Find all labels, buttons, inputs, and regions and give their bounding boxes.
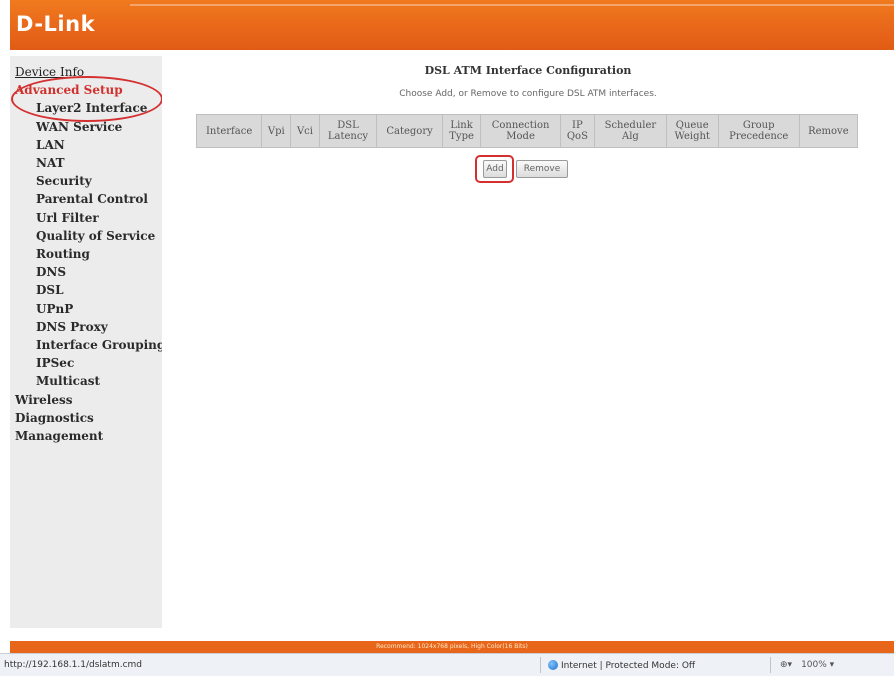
column-header: Vci xyxy=(290,114,320,148)
sidebar-item-upnp[interactable]: UPnP xyxy=(36,302,73,316)
sidebar-nav: Device Info Advanced Setup Layer2 Interfac… xyxy=(10,56,165,628)
sidebar-item-security[interactable]: Security xyxy=(36,174,92,188)
main-content: DSL ATM Interface Configuration Choose A… xyxy=(162,56,894,628)
status-url: http://192.168.1.1/dslatm.cmd xyxy=(4,660,142,670)
add-button[interactable]: Add xyxy=(483,160,507,178)
chevron-down-icon: ▾ xyxy=(826,660,835,670)
security-zone[interactable]: Internet | Protected Mode: Off xyxy=(548,660,695,671)
sidebar-item-lan[interactable]: LAN xyxy=(36,138,65,152)
header-banner: D-Link xyxy=(10,0,894,50)
sidebar-item-url-filter[interactable]: Url Filter xyxy=(36,211,99,225)
footer-bar: Recommend: 1024x768 pixels, High Color(1… xyxy=(10,641,894,653)
column-header-text: Precedence xyxy=(729,131,789,142)
column-header-text: Link xyxy=(450,120,473,131)
column-header: Scheduler Alg xyxy=(594,114,667,148)
status-separator xyxy=(770,657,771,673)
column-header-text: Latency xyxy=(327,131,369,142)
atm-interface-table: Interface Vpi Vci DSL Latency Category Link Typ… xyxy=(195,114,859,148)
sidebar-item-diagnostics[interactable]: Diagnostics xyxy=(15,411,94,425)
column-header-text: Vci xyxy=(296,125,313,137)
column-header-text: Mode xyxy=(506,131,535,142)
sidebar-item-multicast[interactable]: Multicast xyxy=(36,374,100,388)
banner-stripe xyxy=(130,4,894,6)
column-header: Queue Weight xyxy=(665,114,719,148)
sidebar-item-dns[interactable]: DNS xyxy=(36,265,66,279)
column-header-text: Type xyxy=(449,131,474,142)
sidebar-item-routing[interactable]: Routing xyxy=(36,247,90,261)
sidebar-item-parental-control[interactable]: Parental Control xyxy=(36,192,148,206)
zoom-icon: ⊕▾ xyxy=(780,660,802,670)
column-header-text: Weight xyxy=(674,131,710,142)
column-header-text: QoS xyxy=(566,131,588,142)
column-header: Group Precedence xyxy=(717,114,800,148)
status-separator xyxy=(540,657,541,673)
column-header-text: Connection xyxy=(491,120,550,131)
sidebar-item-advanced-setup[interactable]: Advanced Setup xyxy=(15,83,123,97)
column-header: IP QoS xyxy=(559,114,596,148)
column-header-text: Queue xyxy=(675,120,709,131)
column-header-text: Vpi xyxy=(267,125,285,137)
column-header-text: Interface xyxy=(205,125,253,137)
sidebar-item-wireless[interactable]: Wireless xyxy=(15,393,73,407)
footer-spacer xyxy=(10,628,894,641)
column-header: Category xyxy=(376,114,443,148)
column-header: Remove xyxy=(798,114,859,148)
globe-icon xyxy=(548,660,558,670)
browser-statusbar: http://192.168.1.1/dslatm.cmd Internet |… xyxy=(0,653,894,676)
sidebar-item-management[interactable]: Management xyxy=(15,429,103,443)
page-description: Choose Add, or Remove to configure DSL A… xyxy=(399,89,657,99)
column-header-text: Scheduler xyxy=(604,120,657,131)
sidebar-item-device-info[interactable]: Device Info xyxy=(15,65,84,79)
column-header: Connection Mode xyxy=(480,114,561,148)
zoom-control[interactable]: ⊕▾ 100% ▾ xyxy=(780,660,834,670)
column-header-text: Category xyxy=(386,125,433,137)
page-title: DSL ATM Interface Configuration xyxy=(424,64,632,77)
sidebar-item-dns-proxy[interactable]: DNS Proxy xyxy=(36,320,108,334)
column-header-text: DSL xyxy=(337,120,359,131)
column-header-text: Remove xyxy=(808,125,849,137)
sidebar-item-interface-grouping[interactable]: Interface Grouping xyxy=(36,338,165,352)
zoom-level: 100% xyxy=(801,660,827,670)
table-header-row: Interface Vpi Vci DSL Latency Category Link Typ… xyxy=(195,114,859,148)
sidebar-item-nat[interactable]: NAT xyxy=(36,156,65,170)
column-header: Interface xyxy=(195,114,263,148)
remove-button[interactable]: Remove xyxy=(516,160,568,178)
column-header: Link Type xyxy=(441,114,482,148)
column-header-text: IP xyxy=(572,120,583,131)
sidebar-item-quality-of-service[interactable]: Quality of Service xyxy=(36,229,155,243)
column-header-text: Group xyxy=(742,120,775,131)
sidebar-item-ipsec[interactable]: IPSec xyxy=(36,356,74,370)
sidebar-item-dsl[interactable]: DSL xyxy=(36,283,64,297)
column-header: Vpi xyxy=(261,114,292,148)
dlink-logo: D-Link xyxy=(16,12,96,36)
column-header: DSL Latency xyxy=(318,114,378,148)
column-header-text: Alg xyxy=(621,131,639,142)
sidebar-item-wan-service[interactable]: WAN Service xyxy=(36,120,122,134)
sidebar-item-layer2-interface[interactable]: Layer2 Interface xyxy=(36,101,147,115)
security-zone-label: Internet | Protected Mode: Off xyxy=(561,661,696,671)
